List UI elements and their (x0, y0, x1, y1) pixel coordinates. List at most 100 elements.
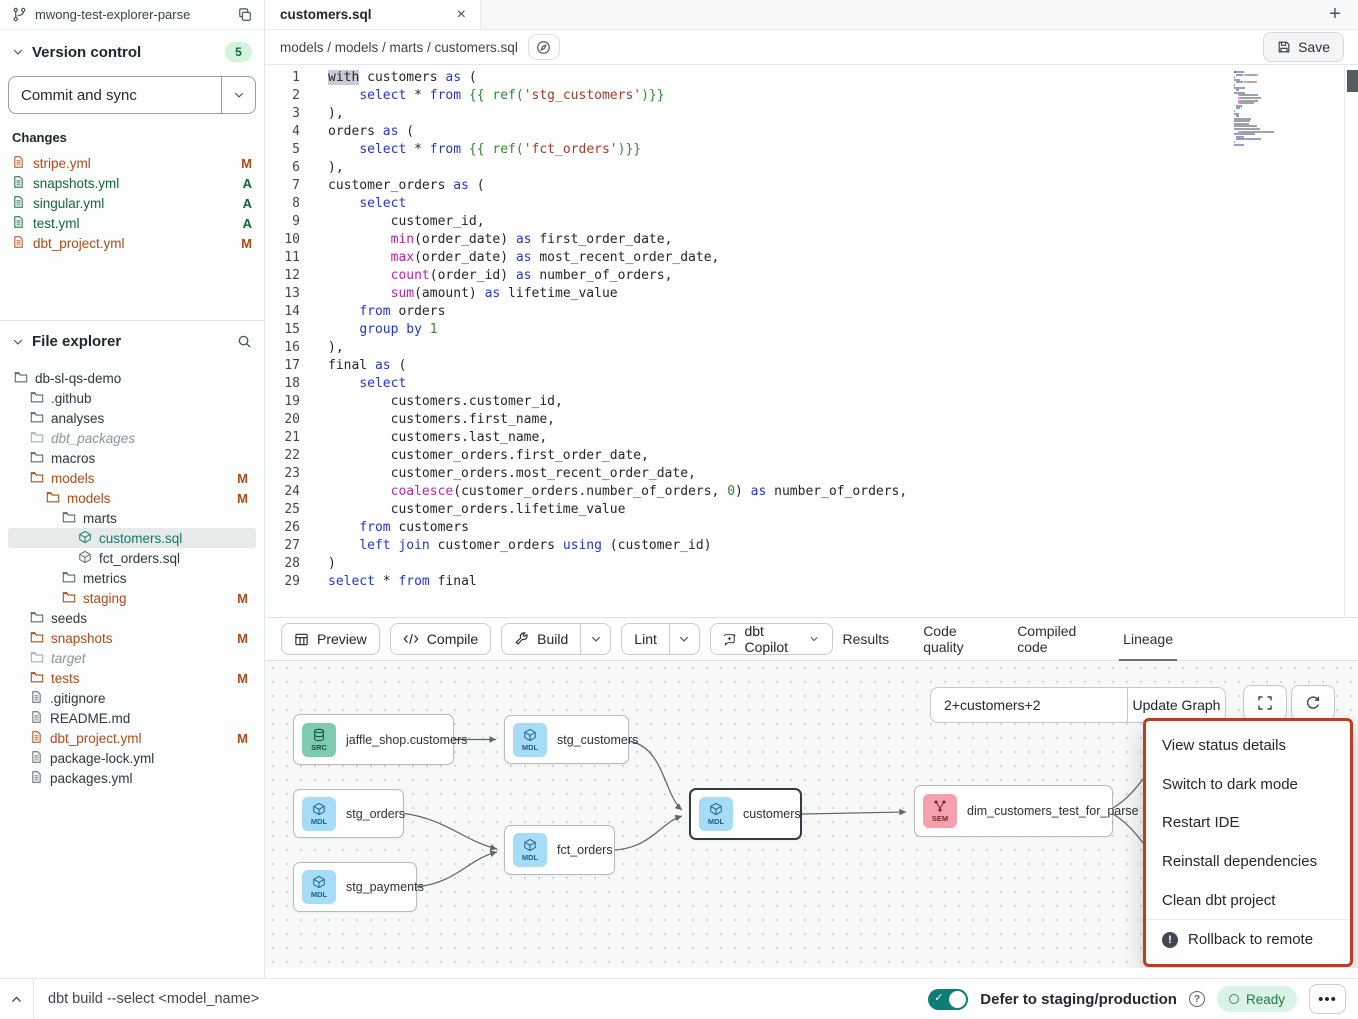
compile-button[interactable]: Compile (390, 623, 491, 655)
tree-item-staging[interactable]: stagingM (8, 588, 256, 608)
lineage-panel[interactable]: SRC jaffle_shop.customers MDL stg_custome… (266, 661, 1358, 968)
preview-button[interactable]: Preview (281, 623, 380, 655)
code-line[interactable]: 27 left join customer_orders using (cust… (266, 537, 1358, 555)
defer-toggle[interactable]: ✓ (928, 989, 968, 1010)
lineage-node-stg_orders[interactable]: MDL stg_orders (293, 789, 404, 838)
code-line[interactable]: 5 select * from {{ ref('fct_orders')}} (266, 141, 1358, 159)
code-line[interactable]: 29select * from final (266, 573, 1358, 591)
code-line[interactable]: 14 from orders (266, 303, 1358, 321)
more-options-button[interactable]: ••• (1309, 984, 1346, 1014)
code-line[interactable]: 8 select (266, 195, 1358, 213)
editor-scrollbar[interactable] (1344, 65, 1358, 617)
tree-item-customers-sql[interactable]: customers.sql (8, 528, 256, 548)
tab-customers-sql[interactable]: customers.sql × (266, 0, 481, 29)
code-line[interactable]: 17final as ( (266, 357, 1358, 375)
code-line[interactable]: 26 from customers (266, 519, 1358, 537)
search-icon[interactable] (237, 334, 252, 349)
menu-item-restart-ide[interactable]: Restart IDE (1146, 803, 1350, 842)
code-line[interactable]: 16), (266, 339, 1358, 357)
menu-item-clean-dbt-project[interactable]: Clean dbt project (1146, 881, 1350, 920)
code-line[interactable]: 18 select (266, 375, 1358, 393)
tree-item-marts[interactable]: marts (8, 508, 256, 528)
code-line[interactable]: 20 customers.first_name, (266, 411, 1358, 429)
change-row[interactable]: stripe.yml M (0, 153, 264, 173)
commit-options-chevron[interactable] (221, 77, 255, 113)
copy-icon[interactable] (238, 8, 252, 22)
change-row[interactable]: test.yml A (0, 213, 264, 233)
tree-item-models[interactable]: modelsM (8, 488, 256, 508)
refresh-button[interactable] (1291, 685, 1335, 721)
code-line[interactable]: 15 group by 1 (266, 321, 1358, 339)
code-line[interactable]: 25 customer_orders.lifetime_value (266, 501, 1358, 519)
new-tab-button[interactable]: + (1312, 0, 1358, 29)
lint-button[interactable]: Lint (621, 623, 700, 655)
chevron-down-icon[interactable] (12, 46, 24, 58)
update-graph-button[interactable]: Update Graph (1127, 688, 1225, 722)
build-options-chevron[interactable] (580, 624, 610, 654)
code-line[interactable]: 11 max(order_date) as most_recent_order_… (266, 249, 1358, 267)
build-button[interactable]: Build (501, 623, 611, 655)
tree-item-dbt-packages[interactable]: dbt_packages (8, 428, 256, 448)
scrollbar-thumb[interactable] (1347, 70, 1358, 92)
minimap[interactable] (1234, 71, 1292, 146)
tree-item-packages-yml[interactable]: packages.yml (8, 768, 256, 788)
menu-item-rollback-to-remote[interactable]: !Rollback to remote (1146, 919, 1350, 959)
code-line[interactable]: 7customer_orders as ( (266, 177, 1358, 195)
tree-item-seeds[interactable]: seeds (8, 608, 256, 628)
code-line[interactable]: 1with customers as ( (266, 69, 1358, 87)
fullscreen-button[interactable] (1243, 685, 1287, 721)
tab-compiled-code[interactable]: Compiled code (1017, 618, 1089, 660)
tree-item-metrics[interactable]: metrics (8, 568, 256, 588)
tree-item-readme-md[interactable]: README.md (8, 708, 256, 728)
tab-lineage[interactable]: Lineage (1123, 618, 1173, 660)
code-line[interactable]: 21 customers.last_name, (266, 429, 1358, 447)
lineage-node-jaffle_shop_customers[interactable]: SRC jaffle_shop.customers (293, 714, 454, 765)
code-line[interactable]: 2 select * from {{ ref('stg_customers')}… (266, 87, 1358, 105)
tree-item-package-lock-yml[interactable]: package-lock.yml (8, 748, 256, 768)
lineage-node-fct_orders[interactable]: MDL fct_orders (504, 825, 615, 875)
expand-command-bar-button[interactable] (0, 979, 34, 1019)
code-line[interactable]: 24 coalesce(customer_orders.number_of_or… (266, 483, 1358, 501)
chevron-down-icon[interactable] (12, 336, 24, 348)
code-line[interactable]: 4orders as ( (266, 123, 1358, 141)
tree-item-macros[interactable]: macros (8, 448, 256, 468)
tree-item-models[interactable]: modelsM (8, 468, 256, 488)
lint-options-chevron[interactable] (669, 624, 699, 654)
lineage-search-input[interactable]: 2+customers+2 (931, 688, 1127, 722)
save-button[interactable]: Save (1263, 32, 1344, 62)
change-row[interactable]: dbt_project.yml M (0, 233, 264, 253)
code-editor[interactable]: 1with customers as (2 select * from {{ r… (266, 65, 1358, 617)
tree-item-snapshots[interactable]: snapshotsM (8, 628, 256, 648)
menu-item-reinstall-dependencies[interactable]: Reinstall dependencies (1146, 842, 1350, 881)
close-tab-icon[interactable]: × (457, 6, 466, 24)
tree-item-analyses[interactable]: analyses (8, 408, 256, 428)
code-line[interactable]: 22 customer_orders.first_order_date, (266, 447, 1358, 465)
code-line[interactable]: 28) (266, 555, 1358, 573)
tree-item-target[interactable]: target (8, 648, 256, 668)
code-line[interactable]: 9 customer_id, (266, 213, 1358, 231)
code-line[interactable]: 23 customer_orders.most_recent_order_dat… (266, 465, 1358, 483)
lineage-node-stg_customers[interactable]: MDL stg_customers (504, 715, 629, 764)
tree-item--gitignore[interactable]: .gitignore (8, 688, 256, 708)
tab-results[interactable]: Results (843, 618, 890, 660)
menu-item-view-status-details[interactable]: View status details (1146, 726, 1350, 765)
tree-item--github[interactable]: .github (8, 388, 256, 408)
menu-item-switch-to-dark-mode[interactable]: Switch to dark mode (1146, 765, 1350, 804)
help-icon[interactable]: ? (1189, 991, 1205, 1007)
change-row[interactable]: snapshots.yml A (0, 173, 264, 193)
dbt-copilot-button[interactable]: dbt Copilot (710, 623, 833, 655)
tree-item-db-sl-qs-demo[interactable]: db-sl-qs-demo (8, 368, 256, 388)
tree-item-tests[interactable]: testsM (8, 668, 256, 688)
lineage-node-stg_payments[interactable]: MDL stg_payments (293, 862, 417, 912)
code-line[interactable]: 10 min(order_date) as first_order_date, (266, 231, 1358, 249)
command-input[interactable]: dbt build --select <model_name> (34, 991, 259, 1007)
code-line[interactable]: 3), (266, 105, 1358, 123)
code-line[interactable]: 12 count(order_id) as number_of_orders, (266, 267, 1358, 285)
lineage-node-dim_customers_test_for_parse[interactable]: SEM dim_customers_test_for_parse (914, 785, 1113, 837)
tree-item-dbt-project-yml[interactable]: dbt_project.ymlM (8, 728, 256, 748)
tree-item-fct-orders-sql[interactable]: fct_orders.sql (8, 548, 256, 568)
code-line[interactable]: 6), (266, 159, 1358, 177)
commit-and-sync-button[interactable]: Commit and sync (8, 76, 256, 114)
tab-code-quality[interactable]: Code quality (923, 618, 983, 660)
change-row[interactable]: singular.yml A (0, 193, 264, 213)
